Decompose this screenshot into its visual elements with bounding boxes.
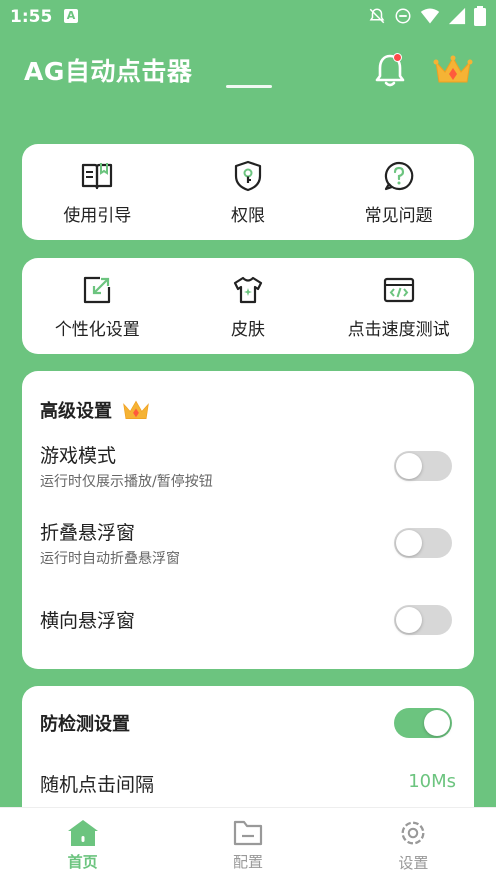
book-icon — [80, 159, 114, 193]
toggle-knob — [396, 530, 422, 556]
question-icon — [382, 159, 416, 193]
personalize-label: 个性化设置 — [54, 319, 140, 340]
skin-button[interactable]: 皮肤 — [173, 273, 324, 340]
nav-settings-label: 设置 — [398, 854, 429, 872]
advanced-settings-title: 高级设置 — [40, 401, 112, 422]
shirt-icon — [231, 273, 265, 307]
nav-config[interactable]: 配置 — [166, 819, 330, 872]
home-icon — [67, 820, 98, 846]
horizontal-float-row: 横向悬浮窗 — [40, 605, 456, 636]
mute-icon — [369, 8, 385, 24]
quick-actions-card-1: 使用引导 权限 常见问题 — [22, 144, 474, 240]
app-title: AG自动点击器 — [24, 57, 193, 86]
random-interval-value[interactable]: 10Ms — [408, 771, 456, 792]
skin-label: 皮肤 — [230, 319, 265, 340]
permission-button[interactable]: 权限 — [173, 159, 324, 226]
crown-icon — [123, 400, 149, 420]
speed-test-label: 点击速度测试 — [347, 319, 450, 340]
guide-label: 使用引导 — [63, 205, 132, 226]
nav-home[interactable]: 首页 — [1, 819, 165, 872]
key-shield-icon — [231, 159, 265, 193]
status-icons — [368, 6, 486, 26]
nav-home-label: 首页 — [67, 853, 98, 871]
status-time: 1:55 — [10, 7, 53, 27]
fold-float-row: 折叠悬浮窗 运行时自动折叠悬浮窗 — [40, 518, 456, 568]
notification-button[interactable] — [372, 50, 408, 90]
toggle-knob — [396, 453, 422, 479]
toggle-knob — [396, 607, 422, 633]
toggle-knob — [424, 710, 450, 736]
nav-settings[interactable]: 设置 — [331, 818, 495, 873]
anti-detect-row: 防检测设置 — [40, 708, 456, 740]
horizontal-float-toggle[interactable] — [394, 605, 452, 635]
status-notification-a: A — [64, 9, 78, 23]
app-header: AG自动点击器 — [0, 50, 496, 100]
game-mode-row: 游戏模式 运行时仅展示播放/暂停按钮 — [40, 441, 456, 491]
wifi-icon — [420, 8, 440, 24]
anti-detect-toggle[interactable] — [394, 708, 452, 738]
speed-test-button[interactable]: 点击速度测试 — [323, 273, 474, 340]
dnd-icon — [395, 8, 411, 24]
game-mode-toggle[interactable] — [394, 451, 452, 481]
fold-float-toggle[interactable] — [394, 528, 452, 558]
random-interval-label: 随机点击间隔 — [40, 774, 155, 796]
personalize-button[interactable]: 个性化设置 — [22, 273, 173, 340]
header-decoration — [226, 85, 272, 88]
anti-detect-title: 防检测设置 — [40, 714, 130, 735]
game-mode-desc: 运行时仅展示播放/暂停按钮 — [40, 474, 213, 490]
notification-dot — [393, 53, 402, 62]
random-interval-row[interactable]: 随机点击间隔 — [40, 770, 456, 800]
resize-icon — [80, 273, 114, 307]
folder-icon — [233, 820, 263, 846]
vip-button[interactable] — [432, 52, 474, 88]
permission-label: 权限 — [230, 205, 265, 226]
gear-icon — [401, 821, 425, 845]
advanced-settings-card: 高级设置 游戏模式 运行时仅展示播放/暂停按钮 折叠悬浮窗 运行时自动折叠悬浮窗… — [22, 371, 474, 669]
fold-float-desc: 运行时自动折叠悬浮窗 — [40, 551, 180, 567]
guide-button[interactable]: 使用引导 — [22, 159, 173, 226]
battery-icon — [474, 6, 486, 26]
code-window-icon — [382, 273, 416, 307]
anti-detect-card: 防检测设置 随机点击间隔 10Ms — [22, 686, 474, 826]
faq-button[interactable]: 常见问题 — [323, 159, 474, 226]
advanced-settings-header: 高级设置 — [40, 397, 152, 423]
nav-config-label: 配置 — [232, 853, 263, 871]
bell-icon — [375, 54, 405, 87]
crown-icon — [433, 55, 473, 83]
status-bar: 1:55 A — [0, 0, 496, 34]
bottom-nav: 首页 配置 设置 — [0, 807, 496, 883]
quick-actions-card-2: 个性化设置 皮肤 点击速度测试 — [22, 258, 474, 354]
signal-icon — [448, 7, 466, 25]
faq-label: 常见问题 — [364, 205, 433, 226]
